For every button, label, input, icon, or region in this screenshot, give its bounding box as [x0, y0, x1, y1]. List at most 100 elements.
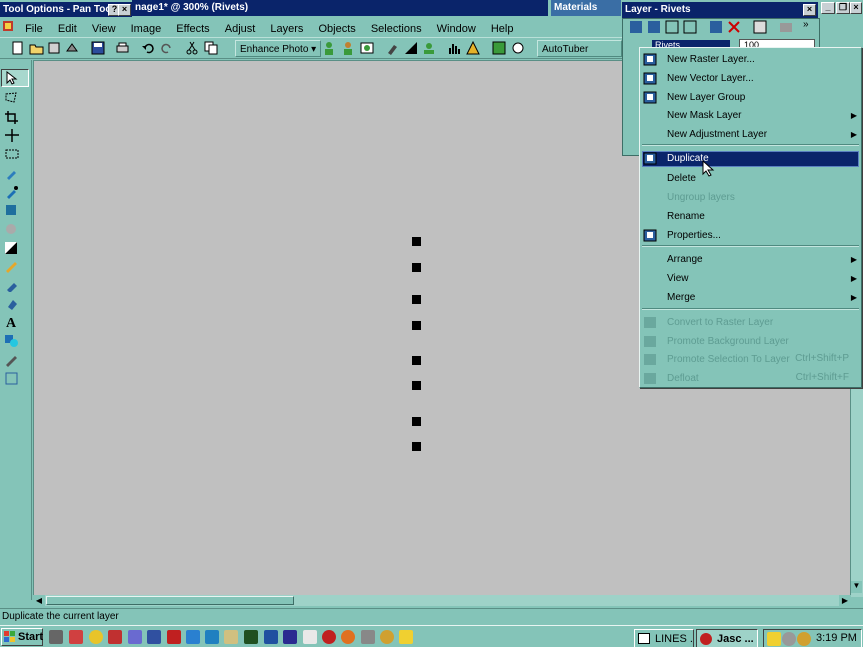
menu-view[interactable]: View: [86, 20, 122, 38]
quicklaunch-icon-10[interactable]: [224, 630, 238, 644]
clone-icon[interactable]: [422, 41, 437, 56]
menu-item-new-mask-layer[interactable]: New Mask Layer: [667, 109, 741, 123]
layer-palette-close-button[interactable]: ×: [803, 4, 816, 16]
layer-properties-icon[interactable]: [753, 20, 768, 35]
quicklaunch-icon-5[interactable]: [128, 630, 142, 644]
fill-icon[interactable]: [4, 297, 20, 311]
copy-icon[interactable]: [204, 41, 219, 56]
quicklaunch-icon-17[interactable]: [361, 630, 375, 644]
tool-options-close-button[interactable]: ×: [118, 4, 131, 16]
quicklaunch-icon-3[interactable]: [89, 630, 103, 644]
text-tool-icon[interactable]: A: [4, 315, 20, 329]
menu-item-new-layer-group[interactable]: New Layer Group: [667, 91, 745, 105]
taskbar-item-jasc[interactable]: Jasc ...: [696, 629, 758, 647]
pencil-icon[interactable]: [4, 259, 20, 273]
quicklaunch-icon-14[interactable]: [303, 630, 317, 644]
menu-item-defloat[interactable]: Defloat: [667, 372, 699, 386]
pan-tool-active[interactable]: [1, 69, 29, 87]
menu-image[interactable]: Image: [125, 20, 168, 38]
quicklaunch-icon-18[interactable]: [380, 630, 394, 644]
quicklaunch-icon-12[interactable]: [264, 630, 278, 644]
picture-tube-icon[interactable]: [492, 41, 507, 56]
menu-adjust[interactable]: Adjust: [219, 20, 262, 38]
menu-selections[interactable]: Selections: [365, 20, 428, 38]
restore-button[interactable]: ❐: [836, 2, 850, 14]
taskbar-item-lines[interactable]: LINES ...: [634, 629, 694, 647]
quicklaunch-icon-1[interactable]: [49, 630, 63, 644]
eraser-icon[interactable]: [4, 278, 20, 292]
menu-effects[interactable]: Effects: [170, 20, 215, 38]
tray-icon-1[interactable]: [767, 632, 781, 646]
open-folder-icon[interactable]: [29, 41, 44, 56]
layer-visibility-icon[interactable]: [779, 20, 794, 35]
tray-icon-2[interactable]: [782, 632, 796, 646]
menu-item-new-vector-layer[interactable]: New Vector Layer...: [667, 72, 754, 86]
minimize-button[interactable]: _: [821, 2, 835, 14]
app-icon[interactable]: [0, 17, 16, 38]
quicklaunch-icon-6[interactable]: [147, 630, 161, 644]
quicklaunch-icon-4[interactable]: [108, 630, 122, 644]
close-button[interactable]: ×: [850, 2, 862, 14]
dropper-icon[interactable]: [4, 166, 20, 180]
menu-item-convert-to-raster-layer[interactable]: Convert to Raster Layer: [667, 316, 773, 330]
quicklaunch-icon-2[interactable]: [69, 630, 83, 644]
delete-layer-icon[interactable]: [727, 20, 742, 35]
menu-window[interactable]: Window: [431, 20, 482, 38]
dodge-icon[interactable]: [4, 241, 20, 255]
clone-brush-icon[interactable]: [4, 203, 20, 217]
autotuber-field[interactable]: AutoTuber: [537, 40, 622, 57]
menu-item-view[interactable]: View: [667, 272, 689, 286]
quicklaunch-icon-7[interactable]: [167, 630, 181, 644]
menu-item-new-raster-layer[interactable]: New Raster Layer...: [667, 53, 755, 67]
lasso-icon[interactable]: [4, 91, 20, 105]
menu-item-delete[interactable]: Delete: [667, 172, 696, 186]
lock-icon[interactable]: [511, 41, 526, 56]
redo-icon[interactable]: [160, 41, 175, 56]
crop-icon[interactable]: [4, 110, 20, 124]
new-mask-icon[interactable]: [683, 20, 698, 35]
new-raster-layer-icon[interactable]: [629, 20, 644, 35]
menu-edit[interactable]: Edit: [52, 20, 83, 38]
tray-icon-3[interactable]: [797, 632, 811, 646]
quicklaunch-icon-11[interactable]: [244, 630, 258, 644]
new-vector-layer-icon[interactable]: [647, 20, 662, 35]
undo-icon[interactable]: [141, 41, 156, 56]
quicklaunch-icon-9[interactable]: [205, 630, 219, 644]
scratch-remover-icon[interactable]: [4, 222, 20, 236]
object-selector-icon[interactable]: [4, 371, 20, 385]
color-balance-icon[interactable]: [466, 41, 481, 56]
brush-tool-icon[interactable]: [386, 41, 401, 56]
scroll-thumb[interactable]: [46, 596, 294, 605]
menu-item-ungroup-layers[interactable]: Ungroup layers: [667, 191, 735, 205]
document-titlebar[interactable]: nage1* @ 300% (Rivets): [132, 0, 548, 16]
horizontal-scrollbar[interactable]: ◀ ▶: [33, 595, 851, 606]
new-file-icon[interactable]: [10, 41, 25, 56]
gradient-icon[interactable]: [404, 41, 419, 56]
selection-icon[interactable]: [4, 147, 20, 161]
menu-file[interactable]: File: [19, 20, 49, 38]
new-layer-group-icon[interactable]: [665, 20, 680, 35]
menu-item-promote-background-layer[interactable]: Promote Background Layer: [667, 335, 789, 349]
menu-item-promote-selection-to-layer[interactable]: Promote Selection To Layer: [667, 353, 790, 367]
browse-icon[interactable]: [47, 41, 62, 56]
cut-icon[interactable]: [185, 41, 200, 56]
scan-icon[interactable]: [65, 41, 80, 56]
photo-fix-icon[interactable]: [360, 41, 375, 56]
menu-item-merge[interactable]: Merge: [667, 291, 695, 305]
firefox-icon[interactable]: [341, 630, 355, 644]
menu-help[interactable]: Help: [485, 20, 520, 38]
red-eye-icon[interactable]: [341, 41, 356, 56]
internet-explorer-icon[interactable]: [186, 630, 200, 644]
menu-item-new-adjustment-layer[interactable]: New Adjustment Layer: [667, 128, 767, 142]
histogram-icon[interactable]: [448, 41, 463, 56]
menu-layers[interactable]: Layers: [264, 20, 309, 38]
scroll-down-arrow-icon[interactable]: ▼: [851, 581, 862, 593]
quicklaunch-icon-19[interactable]: [399, 630, 413, 644]
start-button[interactable]: Start: [1, 628, 43, 646]
paintbrush-icon[interactable]: [4, 185, 20, 199]
scroll-left-arrow-icon[interactable]: ◀: [33, 595, 45, 606]
scroll-right-arrow-icon[interactable]: ▶: [839, 595, 851, 606]
menu-item-arrange[interactable]: Arrange: [667, 253, 703, 267]
materials-titlebar[interactable]: Materials: [551, 0, 621, 16]
menu-objects[interactable]: Objects: [312, 20, 361, 38]
